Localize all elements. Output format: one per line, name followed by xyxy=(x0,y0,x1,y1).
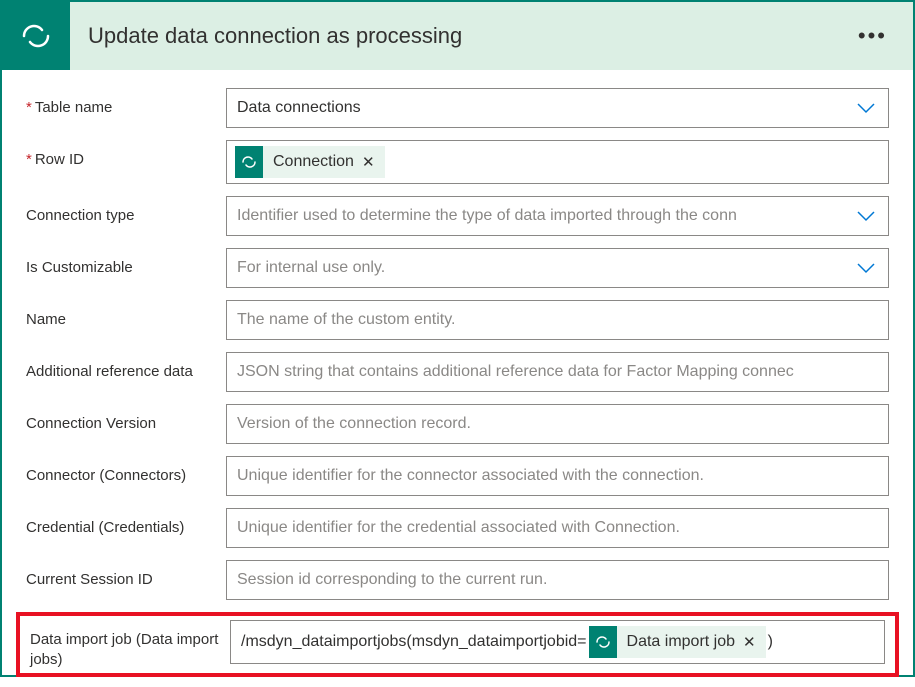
placeholder-name: The name of the custom entity. xyxy=(237,311,878,329)
label-row-id: *Row ID xyxy=(26,140,226,170)
dataverse-icon xyxy=(235,146,263,178)
placeholder-is-customizable: For internal use only. xyxy=(237,259,846,277)
placeholder-connector: Unique identifier for the connector asso… xyxy=(237,467,878,485)
field-connection-type: Connection type Identifier used to deter… xyxy=(26,196,889,236)
input-credential[interactable]: Unique identifier for the credential ass… xyxy=(226,508,889,548)
input-table-name[interactable]: Data connections xyxy=(226,88,889,128)
token-connection[interactable]: Connection ✕ xyxy=(235,146,385,178)
expr-suffix: ) xyxy=(768,633,773,651)
token-data-import-job[interactable]: Data import job ✕ xyxy=(589,626,766,658)
card-header: Update data connection as processing ••• xyxy=(2,2,913,70)
field-credential: Credential (Credentials) Unique identifi… xyxy=(26,508,889,548)
label-connection-type: Connection type xyxy=(26,196,226,226)
field-current-session: Current Session ID Session id correspond… xyxy=(26,560,889,600)
field-row-id: *Row ID Connection ✕ xyxy=(26,140,889,184)
input-name[interactable]: The name of the custom entity. xyxy=(226,300,889,340)
chevron-down-icon xyxy=(856,210,876,222)
highlight-data-import-job: Data import job (Data import jobs) /msdy… xyxy=(16,612,899,677)
token-label: Connection xyxy=(263,153,360,171)
input-connection-version[interactable]: Version of the connection record. xyxy=(226,404,889,444)
input-is-customizable[interactable]: For internal use only. xyxy=(226,248,889,288)
chevron-down-icon xyxy=(856,262,876,274)
input-additional-ref[interactable]: JSON string that contains additional ref… xyxy=(226,352,889,392)
input-row-id[interactable]: Connection ✕ xyxy=(226,140,889,184)
card-title: Update data connection as processing xyxy=(70,23,852,49)
input-current-session[interactable]: Session id corresponding to the current … xyxy=(226,560,889,600)
placeholder-credential: Unique identifier for the credential ass… xyxy=(237,519,878,537)
input-connector[interactable]: Unique identifier for the connector asso… xyxy=(226,456,889,496)
form-body: *Table name Data connections *Row ID Con… xyxy=(2,70,913,687)
field-connection-version: Connection Version Version of the connec… xyxy=(26,404,889,444)
token-remove-icon[interactable]: ✕ xyxy=(360,151,377,173)
value-table-name: Data connections xyxy=(237,99,361,117)
field-is-customizable: Is Customizable For internal use only. xyxy=(26,248,889,288)
label-connector: Connector (Connectors) xyxy=(26,456,226,486)
field-table-name: *Table name Data connections xyxy=(26,88,889,128)
placeholder-connection-version: Version of the connection record. xyxy=(237,415,878,433)
field-connector: Connector (Connectors) Unique identifier… xyxy=(26,456,889,496)
dataverse-icon xyxy=(2,2,70,70)
field-additional-ref: Additional reference data JSON string th… xyxy=(26,352,889,392)
dataverse-icon xyxy=(589,626,617,658)
expr-prefix: /msdyn_dataimportjobs(msdyn_dataimportjo… xyxy=(241,633,587,651)
label-name: Name xyxy=(26,300,226,330)
input-data-import-job[interactable]: /msdyn_dataimportjobs(msdyn_dataimportjo… xyxy=(230,620,885,664)
field-name: Name The name of the custom entity. xyxy=(26,300,889,340)
more-menu-icon[interactable]: ••• xyxy=(852,17,893,55)
label-additional-ref: Additional reference data xyxy=(26,352,226,382)
placeholder-current-session: Session id corresponding to the current … xyxy=(237,571,878,589)
label-table-name: *Table name xyxy=(26,88,226,118)
label-current-session: Current Session ID xyxy=(26,560,226,590)
chevron-down-icon xyxy=(856,102,876,114)
placeholder-connection-type: Identifier used to determine the type of… xyxy=(237,207,846,225)
token-label: Data import job xyxy=(617,633,742,651)
placeholder-additional-ref: JSON string that contains additional ref… xyxy=(237,363,878,381)
input-connection-type[interactable]: Identifier used to determine the type of… xyxy=(226,196,889,236)
label-connection-version: Connection Version xyxy=(26,404,226,434)
label-is-customizable: Is Customizable xyxy=(26,248,226,278)
token-remove-icon[interactable]: ✕ xyxy=(741,631,758,653)
field-data-import-job: Data import job (Data import jobs) /msdy… xyxy=(30,620,885,669)
label-data-import-job: Data import job (Data import jobs) xyxy=(30,620,230,669)
label-credential: Credential (Credentials) xyxy=(26,508,226,538)
